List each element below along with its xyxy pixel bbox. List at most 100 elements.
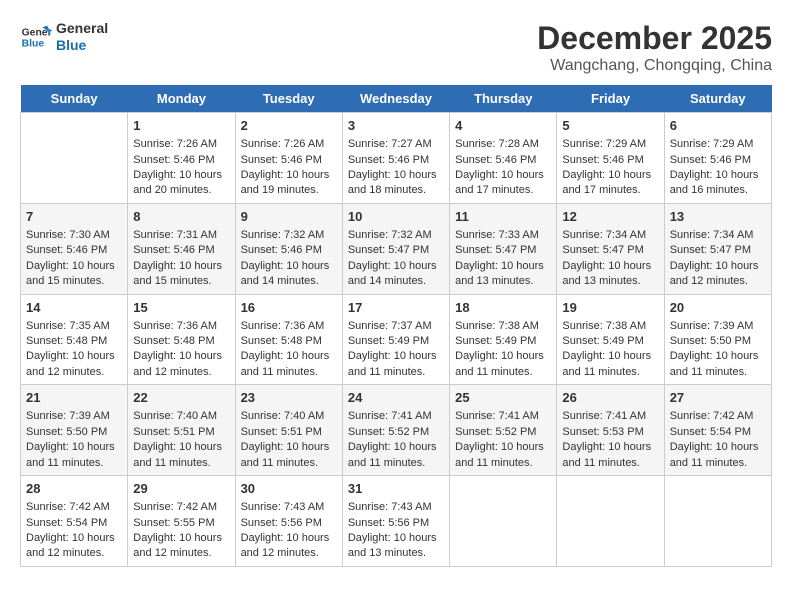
sunrise-text: Sunrise: 7:32 AM xyxy=(348,228,444,243)
sunrise-text: Sunrise: 7:39 AM xyxy=(670,319,766,334)
calendar-cell: 19Sunrise: 7:38 AMSunset: 5:49 PMDayligh… xyxy=(557,294,664,385)
svg-text:Blue: Blue xyxy=(22,38,45,49)
daylight-text: Daylight: 10 hours and 11 minutes. xyxy=(670,440,766,471)
day-number: 1 xyxy=(133,117,229,135)
day-number: 31 xyxy=(348,480,444,498)
sunrise-text: Sunrise: 7:38 AM xyxy=(562,319,658,334)
sunset-text: Sunset: 5:51 PM xyxy=(241,425,337,440)
sunset-text: Sunset: 5:48 PM xyxy=(133,334,229,349)
daylight-text: Daylight: 10 hours and 11 minutes. xyxy=(562,349,658,380)
sunset-text: Sunset: 5:49 PM xyxy=(562,334,658,349)
sunrise-text: Sunrise: 7:42 AM xyxy=(26,500,122,515)
sunrise-text: Sunrise: 7:43 AM xyxy=(241,500,337,515)
day-number: 10 xyxy=(348,208,444,226)
sunset-text: Sunset: 5:53 PM xyxy=(562,425,658,440)
sunrise-text: Sunrise: 7:30 AM xyxy=(26,228,122,243)
day-header-tuesday: Tuesday xyxy=(235,85,342,113)
day-number: 15 xyxy=(133,299,229,317)
calendar-cell xyxy=(557,476,664,567)
day-header-thursday: Thursday xyxy=(450,85,557,113)
daylight-text: Daylight: 10 hours and 13 minutes. xyxy=(348,531,444,562)
daylight-text: Daylight: 10 hours and 11 minutes. xyxy=(26,440,122,471)
sunrise-text: Sunrise: 7:27 AM xyxy=(348,137,444,152)
week-row-5: 28Sunrise: 7:42 AMSunset: 5:54 PMDayligh… xyxy=(21,476,772,567)
sunset-text: Sunset: 5:49 PM xyxy=(455,334,551,349)
day-number: 11 xyxy=(455,208,551,226)
calendar-cell: 3Sunrise: 7:27 AMSunset: 5:46 PMDaylight… xyxy=(342,113,449,204)
week-row-3: 14Sunrise: 7:35 AMSunset: 5:48 PMDayligh… xyxy=(21,294,772,385)
daylight-text: Daylight: 10 hours and 11 minutes. xyxy=(562,440,658,471)
week-row-2: 7Sunrise: 7:30 AMSunset: 5:46 PMDaylight… xyxy=(21,203,772,294)
daylight-text: Daylight: 10 hours and 11 minutes. xyxy=(455,440,551,471)
logo: General Blue General Blue xyxy=(20,20,108,54)
day-number: 14 xyxy=(26,299,122,317)
day-header-friday: Friday xyxy=(557,85,664,113)
daylight-text: Daylight: 10 hours and 15 minutes. xyxy=(133,259,229,290)
calendar-cell xyxy=(664,476,771,567)
day-number: 2 xyxy=(241,117,337,135)
calendar-cell: 18Sunrise: 7:38 AMSunset: 5:49 PMDayligh… xyxy=(450,294,557,385)
day-number: 4 xyxy=(455,117,551,135)
calendar-cell: 7Sunrise: 7:30 AMSunset: 5:46 PMDaylight… xyxy=(21,203,128,294)
calendar-cell: 9Sunrise: 7:32 AMSunset: 5:46 PMDaylight… xyxy=(235,203,342,294)
location-subtitle: Wangchang, Chongqing, China xyxy=(537,57,772,75)
sunset-text: Sunset: 5:46 PM xyxy=(241,243,337,258)
calendar-cell: 2Sunrise: 7:26 AMSunset: 5:46 PMDaylight… xyxy=(235,113,342,204)
calendar-header-row: SundayMondayTuesdayWednesdayThursdayFrid… xyxy=(21,85,772,113)
calendar-cell: 31 Sunrise: 7:43 AMSunset: 5:56 PMDayligh… xyxy=(342,476,449,567)
day-number: 28 xyxy=(26,480,122,498)
day-number: 6 xyxy=(670,117,766,135)
sunset-text: Sunset: 5:46 PM xyxy=(670,153,766,168)
sunset-text: Sunset: 5:47 PM xyxy=(670,243,766,258)
sunrise-text: Sunrise: 7:34 AM xyxy=(562,228,658,243)
calendar-cell xyxy=(21,113,128,204)
daylight-text: Daylight: 10 hours and 12 minutes. xyxy=(241,531,337,562)
sunset-text: Sunset: 5:49 PM xyxy=(348,334,444,349)
sunrise-text: Sunrise: 7:43 AM xyxy=(348,500,444,515)
daylight-text: Daylight: 10 hours and 11 minutes. xyxy=(670,349,766,380)
sunset-text: Sunset: 5:46 PM xyxy=(348,153,444,168)
day-number: 26 xyxy=(562,389,658,407)
sunset-text: Sunset: 5:50 PM xyxy=(670,334,766,349)
calendar-cell: 30Sunrise: 7:43 AMSunset: 5:56 PMDayligh… xyxy=(235,476,342,567)
day-number: 16 xyxy=(241,299,337,317)
sunset-text: Sunset: 5:48 PM xyxy=(241,334,337,349)
day-number: 13 xyxy=(670,208,766,226)
daylight-text: Daylight: 10 hours and 12 minutes. xyxy=(133,531,229,562)
sunset-text: Sunset: 5:46 PM xyxy=(455,153,551,168)
calendar-cell: 15Sunrise: 7:36 AMSunset: 5:48 PMDayligh… xyxy=(128,294,235,385)
calendar-cell: 13Sunrise: 7:34 AMSunset: 5:47 PMDayligh… xyxy=(664,203,771,294)
sunrise-text: Sunrise: 7:41 AM xyxy=(562,409,658,424)
sunset-text: Sunset: 5:46 PM xyxy=(26,243,122,258)
sunset-text: Sunset: 5:50 PM xyxy=(26,425,122,440)
calendar-cell: 11Sunrise: 7:33 AMSunset: 5:47 PMDayligh… xyxy=(450,203,557,294)
title-area: December 2025 Wangchang, Chongqing, Chin… xyxy=(537,20,772,75)
sunset-text: Sunset: 5:56 PM xyxy=(241,516,337,531)
daylight-text: Daylight: 10 hours and 11 minutes. xyxy=(241,349,337,380)
calendar-table: SundayMondayTuesdayWednesdayThursdayFrid… xyxy=(20,85,772,567)
day-number: 3 xyxy=(348,117,444,135)
sunrise-text: Sunrise: 7:35 AM xyxy=(26,319,122,334)
sunrise-text: Sunrise: 7:42 AM xyxy=(133,500,229,515)
calendar-cell: 26 Sunrise: 7:41 AMSunset: 5:53 PMDayligh… xyxy=(557,385,664,476)
sunset-text: Sunset: 5:54 PM xyxy=(26,516,122,531)
sunset-text: Sunset: 5:56 PM xyxy=(348,516,444,531)
calendar-cell: 23Sunrise: 7:40 AMSunset: 5:51 PMDayligh… xyxy=(235,385,342,476)
calendar-cell: 20Sunrise: 7:39 AMSunset: 5:50 PMDayligh… xyxy=(664,294,771,385)
sunset-text: Sunset: 5:46 PM xyxy=(133,153,229,168)
calendar-cell: 29Sunrise: 7:42 AMSunset: 5:55 PMDayligh… xyxy=(128,476,235,567)
sunrise-text: Sunrise: 7:29 AM xyxy=(562,137,658,152)
calendar-cell: 24Sunrise: 7:41 AMSunset: 5:52 PMDayligh… xyxy=(342,385,449,476)
calendar-cell: 21Sunrise: 7:39 AMSunset: 5:50 PMDayligh… xyxy=(21,385,128,476)
sunrise-text: Sunrise: 7:41 AM xyxy=(455,409,551,424)
daylight-text: Daylight: 10 hours and 19 minutes. xyxy=(241,168,337,199)
logo-line2: Blue xyxy=(56,37,108,54)
calendar-cell: 22Sunrise: 7:40 AMSunset: 5:51 PMDayligh… xyxy=(128,385,235,476)
calendar-cell: 17Sunrise: 7:37 AMSunset: 5:49 PMDayligh… xyxy=(342,294,449,385)
day-header-sunday: Sunday xyxy=(21,85,128,113)
day-number: 9 xyxy=(241,208,337,226)
daylight-text: Daylight: 10 hours and 17 minutes. xyxy=(455,168,551,199)
sunset-text: Sunset: 5:51 PM xyxy=(133,425,229,440)
daylight-text: Daylight: 10 hours and 11 minutes. xyxy=(348,349,444,380)
logo-icon: General Blue xyxy=(20,21,52,53)
